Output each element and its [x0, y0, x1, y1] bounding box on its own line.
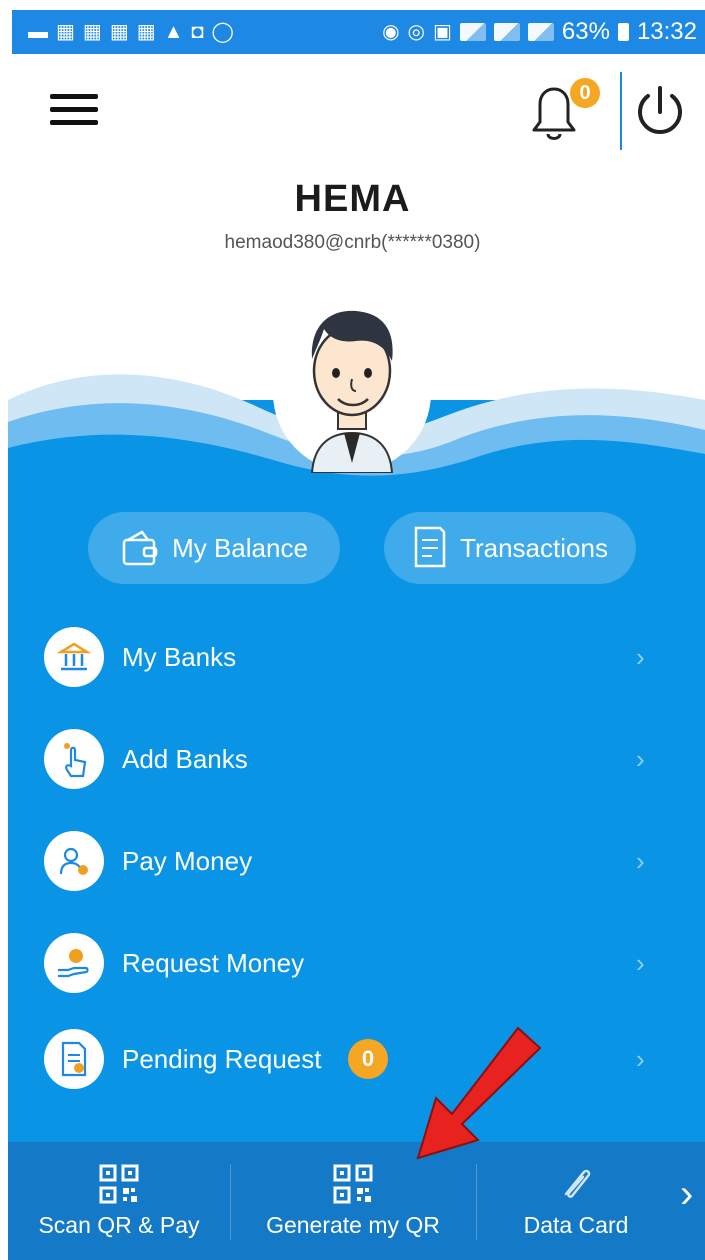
chevron-right-icon: › — [636, 845, 645, 876]
avatar — [273, 310, 431, 473]
data-card-label: Data Card — [523, 1211, 629, 1238]
my-balance-label: My Balance — [172, 532, 308, 563]
sim-icon: ▦ — [82, 21, 102, 43]
whatsapp-icon: ◯ — [211, 21, 234, 43]
status-bar: ▬ ▦ ▦ ▦ ▦ ▲ ◘ ◯ ◉ ◎ ▣ 63% 13:32 — [12, 10, 705, 54]
battery-percent: 63% — [561, 18, 610, 45]
pending-request-icon — [44, 1029, 104, 1089]
transactions-label: Transactions — [460, 532, 608, 563]
message-icon: ▬ — [28, 21, 48, 43]
status-system: ◉ ◎ ▣ 63% 13:32 — [382, 18, 697, 46]
sim-icon: ▦ — [136, 21, 156, 43]
data-card-icon — [564, 1169, 591, 1198]
power-icon — [638, 86, 682, 134]
pay-money-icon — [44, 831, 104, 891]
scan-qr-pay-label: Scan QR & Pay — [38, 1211, 200, 1238]
menu-item-label: My Banks — [122, 641, 237, 672]
transactions-button[interactable]: Transactions — [384, 512, 636, 584]
notification-bell-icon: ▲ — [163, 21, 184, 43]
menu-item-label: Pending Request — [122, 1043, 322, 1074]
add-bank-icon — [44, 729, 104, 789]
my-balance-button[interactable]: My Balance — [88, 512, 340, 584]
menu-item-pending-request[interactable]: Pending Request 0 › — [8, 1014, 705, 1104]
clock: 13:32 — [636, 18, 697, 45]
battery-icon — [617, 23, 629, 41]
scan-qr-pay-tab[interactable]: Scan QR & Pay — [8, 1142, 230, 1260]
menu-button[interactable] — [50, 94, 98, 130]
bank-icon — [44, 627, 104, 687]
menu-item-label: Request Money — [122, 947, 305, 978]
menu-item-request-money[interactable]: Request Money › — [8, 918, 705, 1008]
sim-icon: ▦ — [109, 21, 129, 43]
receipt-icon — [414, 526, 446, 568]
logout-button[interactable] — [628, 80, 692, 144]
chevron-right-icon: › — [636, 947, 645, 978]
location-icon: ◉ — [382, 21, 400, 43]
app-header: 0 — [0, 54, 705, 174]
menu-item-label: Add Banks — [122, 743, 248, 774]
data-saver-icon: ▣ — [432, 21, 452, 43]
request-money-icon — [44, 933, 104, 993]
menu-icon — [50, 94, 98, 99]
generate-my-qr-label: Generate my QR — [266, 1211, 440, 1238]
header-divider — [620, 72, 622, 150]
signal-icon — [459, 23, 486, 41]
menu-item-my-banks[interactable]: My Banks › — [8, 612, 705, 702]
annotation-arrow — [416, 1026, 542, 1160]
chevron-right-icon: › — [636, 743, 645, 774]
qr-code-icon — [99, 1164, 139, 1203]
sim-icon: ▦ — [56, 21, 75, 43]
wallet-icon — [122, 530, 158, 566]
signal-icon — [527, 23, 554, 41]
chevron-right-icon: › — [636, 1043, 645, 1074]
chevron-right-icon[interactable]: › — [680, 1172, 693, 1217]
bottom-nav: Scan QR & Pay Generate my QR Data Card › — [8, 1142, 705, 1260]
hangouts-icon: ◘ — [191, 21, 204, 43]
signal-icon — [493, 23, 520, 41]
menu-item-add-banks[interactable]: Add Banks › — [8, 714, 705, 804]
pending-count-badge: 0 — [348, 1039, 388, 1079]
notifications-button[interactable]: 0 — [524, 78, 600, 148]
notification-count-badge: 0 — [570, 78, 600, 108]
qr-code-icon — [333, 1164, 373, 1203]
chevron-right-icon: › — [636, 641, 645, 672]
profile-name: HEMA — [294, 178, 411, 220]
alarm-icon: ◎ — [407, 21, 425, 43]
menu-item-label: Pay Money — [122, 845, 253, 876]
menu-item-pay-money[interactable]: Pay Money › — [8, 816, 705, 906]
status-notifications: ▬ ▦ ▦ ▦ ▦ ▲ ◘ ◯ — [28, 22, 234, 42]
profile-upi-id: hemaod380@cnrb(******0380) — [224, 232, 481, 253]
